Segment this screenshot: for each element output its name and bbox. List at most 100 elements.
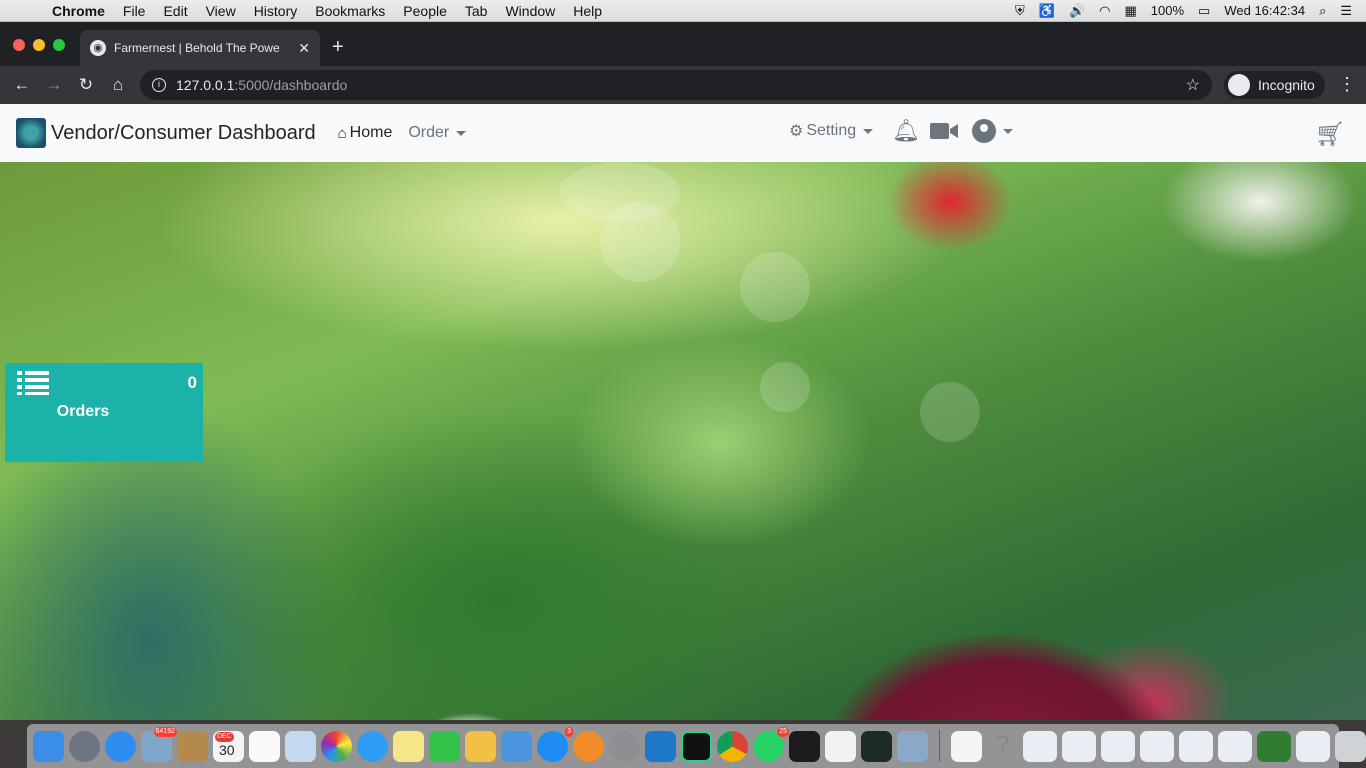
battery-percent: 100% [1150,3,1185,18]
notification-center-icon[interactable]: ☰ [1340,3,1352,19]
pycharm-icon[interactable] [681,730,712,762]
home-button[interactable]: ⌂ [102,75,134,95]
books-icon[interactable] [573,730,604,762]
preview-icon[interactable] [285,730,316,762]
activity-monitor-icon[interactable] [861,730,892,762]
menu-people[interactable]: People [403,3,447,19]
textedit-icon[interactable] [825,730,856,762]
brand-title[interactable]: Vendor/Consumer Dashboard [51,122,316,145]
clock[interactable]: Wed 16:42:34 [1224,3,1305,18]
chevron-down-icon [456,130,467,136]
browser-tab-active[interactable]: ◉ Farmernest | Behold The Powe ✕ [80,30,320,66]
whatsapp-icon[interactable]: 25 [753,726,789,762]
trash-icon[interactable] [1335,730,1366,762]
terminal-icon[interactable] [789,730,820,762]
shield-icon[interactable]: ⛨ [1015,3,1025,19]
home-icon: ⌂ [337,124,347,142]
incognito-icon [1228,74,1250,96]
window-thumbnail-icon[interactable] [1218,730,1252,762]
window-thumbnail-icon[interactable] [1257,730,1291,762]
chrome-icon[interactable] [717,730,748,762]
dock-separator [939,730,940,762]
orders-label: Orders [56,403,110,420]
menu-tab[interactable]: Tab [465,3,488,19]
wifi-icon[interactable]: ◠ [1099,3,1110,19]
orders-summary-card[interactable]: 0 Orders [5,363,203,462]
nav-setting-label: Setting [806,122,857,139]
user-avatar-icon [972,119,996,143]
menu-edit[interactable]: Edit [163,3,187,19]
battery-icon[interactable]: ▭ [1198,3,1210,19]
image-capture-icon[interactable] [897,730,928,762]
incognito-indicator[interactable]: Incognito [1224,71,1325,99]
nav-home-link[interactable]: ⌂ Home [338,124,393,142]
whatsapp-badge: 25 [777,726,789,737]
tab-title: Farmernest | Behold The Powe [114,41,280,55]
window-thumbnail-icon[interactable] [1062,730,1096,762]
app-store-badge: 3 [565,726,573,737]
browser-menu-icon[interactable]: ⋮ [1338,74,1356,95]
finder-icon[interactable] [33,730,64,762]
maximize-window-button[interactable] [53,39,65,51]
gear-icon: ⚙ [789,123,804,140]
vscode-icon[interactable] [645,730,676,762]
flag-icon[interactable]: ▦ [1125,3,1137,19]
launchpad-icon[interactable] [69,730,100,762]
macos-menubar: Chrome File Edit View History Bookmarks … [0,0,1366,22]
document-icon[interactable] [951,730,982,762]
menu-history[interactable]: History [254,3,298,19]
photos-icon[interactable] [321,730,352,762]
messages-icon[interactable] [357,730,388,762]
spotlight-search-icon[interactable]: ⌕ [1319,3,1326,19]
new-tab-button[interactable]: + [332,36,344,59]
bookmark-star-icon[interactable]: ☆ [1186,75,1200,95]
notes-icon[interactable] [393,730,424,762]
incognito-label: Incognito [1258,77,1315,93]
menu-view[interactable]: View [206,3,236,19]
menu-window[interactable]: Window [505,3,555,19]
menu-app-name[interactable]: Chrome [52,3,105,19]
mail-icon[interactable]: 64192 [141,726,177,762]
system-preferences-icon[interactable] [609,730,640,762]
help-icon[interactable]: ? [987,731,1018,762]
window-thumbnail-icon[interactable] [1101,730,1135,762]
reminders-icon[interactable] [249,730,280,762]
window-thumbnail-icon[interactable] [1140,730,1174,762]
window-thumbnail-icon[interactable] [1179,730,1213,762]
site-info-icon[interactable]: i [152,78,166,92]
menu-help[interactable]: Help [573,3,602,19]
window-thumbnail-icon[interactable] [1296,730,1330,762]
volume-icon[interactable]: 🔊 [1069,3,1085,19]
nav-setting-dropdown[interactable]: ⚙ Setting [789,121,874,141]
contacts-icon[interactable] [177,730,208,762]
calendar-icon[interactable]: DEC 30 [213,730,244,762]
user-menu-dropdown[interactable] [972,119,1013,143]
shopping-cart-icon[interactable]: 🛒︎ [1315,120,1345,149]
accessibility-icon[interactable]: ♿ [1039,3,1055,19]
window-thumbnail-icon[interactable] [1023,730,1057,762]
keynote-icon[interactable] [501,730,532,762]
orders-count: 0 [187,373,197,392]
facetime-icon[interactable] [429,730,460,762]
reload-button[interactable]: ↻ [70,75,102,95]
close-window-button[interactable] [13,39,25,51]
window-controls [13,39,65,51]
app-store-icon[interactable]: 3 [537,726,573,762]
bell-icon[interactable]: 🔔︎ [892,118,920,144]
close-tab-icon[interactable]: ✕ [298,40,310,57]
back-button[interactable]: ← [6,75,38,95]
macos-dock: 64192 DEC 30 3 25 ? [27,724,1366,768]
safari-icon[interactable] [105,730,136,762]
nav-order-dropdown[interactable]: Order [408,124,467,142]
calendar-month: DEC [215,731,234,742]
nav-home-label: Home [349,124,393,141]
globe-icon: ◉ [90,40,106,56]
address-bar[interactable]: i 127.0.0.1 :5000/dashboardo ☆ [140,70,1212,100]
menu-file[interactable]: File [123,3,146,19]
brand-logo[interactable] [16,118,46,148]
video-camera-icon[interactable] [930,122,958,140]
forward-button[interactable]: → [38,75,70,95]
pages-icon[interactable] [465,730,496,762]
minimize-window-button[interactable] [33,39,45,51]
menu-bookmarks[interactable]: Bookmarks [315,3,385,19]
